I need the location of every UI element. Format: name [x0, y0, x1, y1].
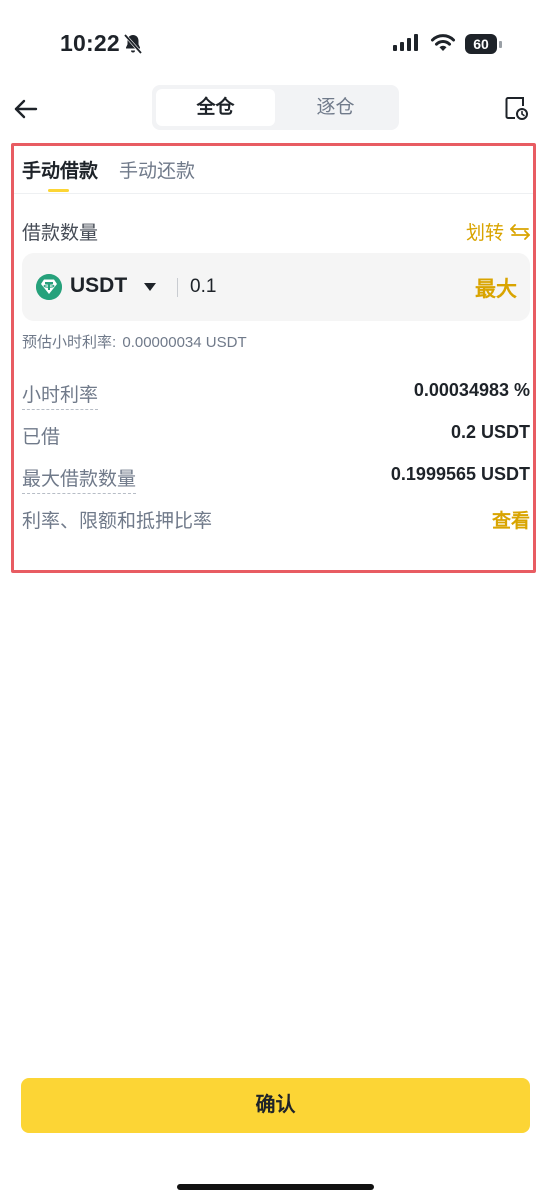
borrowed-value: 0.2 USDT — [450, 422, 530, 442]
status-time: 10:22 — [60, 30, 120, 56]
status-bar: 10:22 60 — [0, 0, 551, 80]
detail-row-borrowed: 已借 0.2 USDT — [22, 422, 530, 450]
home-indicator[interactable] — [177, 1184, 374, 1190]
swap-icon — [510, 223, 530, 240]
max-borrow-value: 0.1999565 USDT — [390, 464, 530, 484]
wifi-icon — [431, 34, 455, 51]
history-icon[interactable] — [503, 95, 529, 121]
detail-row-rates-limits: 利率、限额和抵押比率 查看 — [22, 506, 530, 534]
caret-down-icon[interactable] — [144, 283, 156, 291]
borrow-amount-label: 借款数量 — [22, 223, 99, 244]
page: 10:22 60 全仓 逐仓 手动借款 手动还款 借款数量 划转 USDT 0.… — [0, 0, 551, 1200]
borrow-tabs: 手动借款 手动还款 — [14, 146, 533, 194]
borrowed-label: 已借 — [22, 427, 61, 448]
hourly-rate-value: 0.00034983 % — [413, 380, 530, 400]
borrow-amount-header: 借款数量 划转 — [22, 218, 530, 246]
segment-isolated[interactable]: 逐仓 — [276, 89, 395, 126]
view-link[interactable]: 查看 — [492, 506, 530, 533]
back-arrow-icon[interactable] — [12, 95, 40, 123]
estimate-value: 0.00000034 USDT — [122, 334, 247, 351]
borrow-amount-input[interactable] — [190, 276, 390, 298]
tab-indicator — [48, 189, 69, 192]
bell-slash-icon — [123, 34, 143, 54]
transfer-label: 划转 — [465, 223, 504, 244]
borrow-amount-input-box: USDT 最大 — [22, 253, 530, 321]
battery-level: 60 — [465, 34, 497, 54]
max-borrow-label[interactable]: 最大借款数量 — [22, 464, 137, 494]
transfer-link[interactable]: 划转 — [466, 218, 530, 245]
detail-row-hourly-rate: 小时利率 0.00034983 % — [22, 380, 530, 410]
detail-row-max-borrow: 最大借款数量 0.1999565 USDT — [22, 464, 530, 494]
borrow-panel: 手动借款 手动还款 借款数量 划转 USDT 0.1 最大 预估小时利率: 0.… — [11, 143, 536, 573]
rates-limits-label: 利率、限额和抵押比率 — [22, 511, 213, 532]
estimated-hourly-interest: 预估小时利率: 0.00000034 USDT — [22, 334, 247, 351]
tab-manual-repay[interactable]: 手动还款 — [119, 156, 195, 183]
tether-logo-icon — [36, 274, 62, 300]
confirm-button[interactable]: 确认 — [21, 1078, 530, 1133]
signal-icon — [393, 34, 418, 51]
estimate-label: 预估小时利率 — [22, 334, 113, 351]
tab-manual-borrow[interactable]: 手动借款 — [22, 156, 98, 183]
coin-selector[interactable]: USDT — [70, 274, 127, 298]
max-button[interactable]: 最大 — [475, 273, 517, 303]
hourly-rate-label[interactable]: 小时利率 — [22, 380, 99, 410]
battery-icon: 60 — [465, 34, 502, 54]
segment-cross[interactable]: 全仓 — [156, 89, 275, 126]
divider — [177, 278, 178, 297]
margin-mode-switch: 全仓 逐仓 — [152, 85, 399, 130]
